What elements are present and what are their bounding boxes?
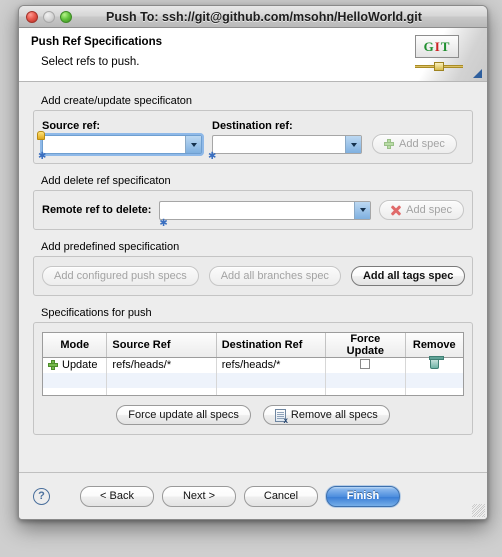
remote-ref-required-icon: ✱ [159, 217, 168, 229]
column-header-mode[interactable]: Mode [43, 333, 108, 358]
add-all-tags-spec-button[interactable]: Add all tags spec [350, 266, 466, 286]
delete-x-icon [391, 205, 401, 215]
push-to-dialog-window: Push To: ssh://git@github.com/msohn/Hell… [18, 5, 488, 520]
cell-destination-ref: refs/heads/* [216, 357, 327, 373]
add-all-branches-spec-button[interactable]: Add all branches spec [208, 266, 341, 286]
git-logo-g: G [423, 38, 435, 54]
table-row[interactable]: Update refs/heads/* refs/heads/* [43, 356, 463, 373]
destination-ref-input[interactable] [213, 136, 345, 153]
add-configured-push-specs-button[interactable]: Add configured push specs [42, 266, 199, 286]
back-button[interactable]: < Back [80, 485, 154, 507]
specifications-table-frame[interactable]: Mode Source Ref Destination Ref Force Up… [42, 332, 464, 396]
remote-ref-combo[interactable] [159, 200, 372, 220]
plus-icon [384, 139, 394, 149]
resize-grip[interactable] [472, 504, 485, 517]
window-titlebar: Push To: ssh://git@github.com/msohn/Hell… [19, 6, 487, 28]
dialog-footer: ? < Back Next > Cancel Finish [19, 472, 487, 519]
add-create-update-spec-button[interactable]: Add spec [372, 134, 457, 154]
predefined-spec-group-legend: Add predefined specification [41, 241, 180, 253]
add-create-update-spec-label: Add spec [399, 138, 445, 150]
source-ref-label: Source ref: [42, 120, 101, 132]
cell-mode: Update [43, 357, 108, 373]
trash-icon[interactable] [428, 356, 444, 370]
cancel-button[interactable]: Cancel [244, 485, 318, 507]
help-icon[interactable]: ? [33, 487, 50, 505]
cell-remove [405, 356, 463, 373]
destination-ref-combo[interactable] [212, 135, 362, 154]
table-row[interactable] [43, 372, 463, 388]
predefined-spec-group: Add predefined specification Add configu… [33, 241, 473, 296]
zoom-button[interactable] [60, 11, 72, 23]
specifications-group: Specifications for push Mode Source Ref … [33, 307, 473, 435]
remote-ref-label: Remote ref to delete: [42, 204, 152, 216]
column-header-destination-ref[interactable]: Destination Ref [216, 333, 327, 358]
create-update-group: Add create/update specificaton Source re… [33, 95, 473, 164]
column-header-source-ref[interactable]: Source Ref [106, 333, 217, 358]
minimize-button[interactable] [43, 11, 55, 23]
git-logo-t: T [440, 38, 451, 54]
remove-all-specs-button[interactable]: Remove all specs [262, 405, 390, 425]
source-ref-required-icon: ✱ [38, 151, 47, 162]
source-ref-combo[interactable] [40, 133, 204, 156]
specifications-table: Mode Source Ref Destination Ref Force Up… [43, 333, 463, 395]
header-banner: GIT [403, 28, 487, 81]
window-title: Push To: ssh://git@github.com/msohn/Hell… [106, 9, 422, 24]
source-ref-decorator-icon [37, 131, 45, 140]
finish-button[interactable]: Finish [326, 485, 400, 507]
page-subtitle: Select refs to push. [41, 56, 140, 68]
force-update-checkbox[interactable] [360, 358, 371, 369]
table-header-row: Mode Source Ref Destination Ref Force Up… [43, 333, 463, 358]
delete-ref-group: Add delete ref specificaton Remote ref t… [33, 175, 473, 230]
destination-ref-label: Destination ref: [212, 120, 293, 132]
table-row[interactable] [43, 387, 463, 395]
add-delete-spec-button[interactable]: Add spec [379, 200, 464, 220]
banner-triangle-icon [473, 69, 482, 78]
remote-ref-input[interactable] [160, 201, 355, 219]
page-title: Push Ref Specifications [31, 36, 163, 48]
git-logo-slider-icon [415, 61, 463, 73]
remove-all-specs-label: Remove all specs [290, 409, 378, 421]
destination-ref-dropdown-arrow-icon[interactable] [345, 136, 361, 153]
plus-icon [48, 360, 58, 371]
force-update-all-specs-button[interactable]: Force update all specs [116, 405, 251, 425]
cell-source-ref: refs/heads/* [106, 357, 217, 373]
column-header-remove[interactable]: Remove [405, 333, 463, 358]
specifications-group-legend: Specifications for push [41, 307, 152, 319]
source-ref-dropdown-arrow-icon[interactable] [185, 136, 201, 153]
cell-force-update [325, 357, 406, 373]
next-button[interactable]: Next > [162, 485, 236, 507]
dialog-body: Add create/update specificaton Source re… [19, 83, 487, 472]
create-update-group-legend: Add create/update specificaton [41, 95, 193, 107]
column-header-force-update[interactable]: Force Update [325, 333, 406, 358]
destination-ref-required-icon: ✱ [208, 151, 217, 162]
git-logo-icon: GIT [415, 35, 463, 75]
source-ref-input[interactable] [43, 136, 185, 153]
add-delete-spec-label: Add spec [406, 204, 452, 216]
remove-document-icon [274, 408, 288, 424]
remote-ref-dropdown-arrow-icon[interactable] [354, 201, 371, 219]
wizard-header: Push Ref Specifications Select refs to p… [19, 28, 487, 82]
cell-mode-label: Update [62, 359, 98, 372]
delete-ref-group-legend: Add delete ref specificaton [41, 175, 171, 187]
window-controls [26, 11, 72, 23]
close-button[interactable] [26, 11, 38, 23]
